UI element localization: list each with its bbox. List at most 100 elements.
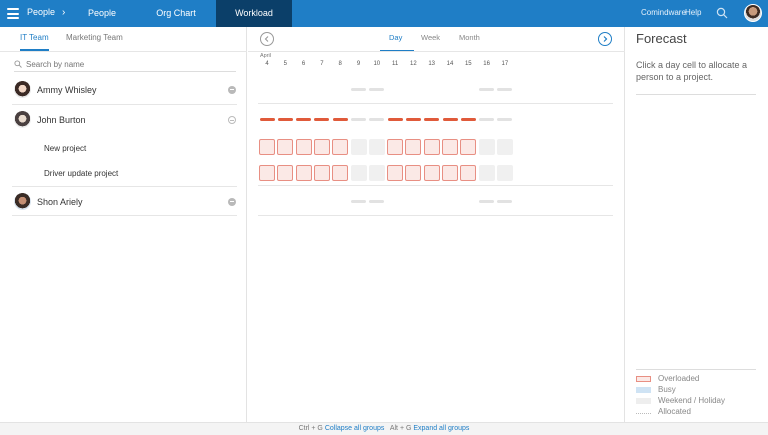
scale-week[interactable]: Week: [421, 33, 440, 42]
collapse-toggle-icon[interactable]: [228, 86, 236, 94]
day-number: 12: [410, 61, 417, 67]
person-row[interactable]: Shon Ariely: [0, 187, 247, 217]
day-number: 8: [338, 61, 342, 67]
user-avatar[interactable]: [744, 4, 762, 22]
day-cell[interactable]: [368, 139, 385, 155]
day-cell[interactable]: [350, 139, 367, 155]
day-cell[interactable]: [423, 165, 440, 181]
day-cell[interactable]: [460, 139, 477, 155]
day-number: 17: [501, 61, 509, 67]
workload-bar: [351, 118, 366, 121]
forecast-panel: Forecast Click a day cell to allocate a …: [626, 27, 768, 422]
day-number: 13: [428, 61, 436, 67]
shortcut-footer: Ctrl + G Collapse all groups Alt + G Exp…: [0, 422, 768, 435]
day-cell[interactable]: [332, 139, 349, 155]
row-divider: [258, 185, 613, 186]
day-cell[interactable]: [442, 139, 458, 155]
day-cell[interactable]: [259, 139, 275, 155]
row-divider: [258, 215, 613, 216]
day-cell[interactable]: [405, 139, 422, 155]
legend-label: Busy: [658, 385, 676, 394]
day-cell[interactable]: [350, 165, 367, 181]
day-cell[interactable]: [332, 165, 349, 181]
expand-shortcut: Alt + G: [389, 425, 412, 432]
day-cell[interactable]: [295, 139, 312, 155]
day-cell[interactable]: [387, 139, 404, 155]
chevron-left-icon: [264, 36, 269, 42]
person-name: Shon Ariely: [37, 197, 83, 207]
top-bar: People › People Org Chart Workload Comind…: [0, 0, 768, 27]
workload-bar: [497, 200, 513, 203]
avatar: [14, 193, 31, 210]
hamburger-menu-icon[interactable]: [7, 8, 19, 19]
workload-bar: [369, 200, 385, 203]
forecast-hint: Click a day cell to allocate a person to…: [636, 60, 748, 82]
person-row[interactable]: John Burton: [0, 105, 247, 135]
workload-bar: [387, 118, 403, 121]
person-name: Ammy Whisley: [37, 85, 97, 95]
tab-org-chart[interactable]: Org Chart: [136, 0, 216, 27]
tab-it-team[interactable]: IT Team: [20, 33, 49, 51]
breadcrumb[interactable]: People ›: [27, 7, 65, 18]
collapse-shortcut: Ctrl + G: [298, 425, 323, 432]
expand-all-link[interactable]: Expand all groups: [413, 425, 469, 432]
person-row[interactable]: Ammy Whisley: [0, 75, 247, 105]
workload-bar: [497, 88, 513, 91]
brand-link[interactable]: Comindware: [641, 8, 686, 17]
day-cell[interactable]: [313, 139, 330, 155]
tab-people[interactable]: People: [68, 0, 136, 27]
expand-toggle-icon[interactable]: [228, 116, 236, 124]
day-number: 5: [283, 61, 287, 67]
project-item[interactable]: New project: [44, 144, 86, 153]
previous-button[interactable]: [260, 32, 274, 46]
workload-bar: [351, 200, 366, 203]
row-divider: [12, 215, 237, 216]
workload-bar: [442, 118, 458, 121]
day-cell[interactable]: [478, 139, 495, 155]
day-cell[interactable]: [423, 139, 440, 155]
day-cell[interactable]: [313, 165, 330, 181]
person-name: John Burton: [37, 115, 86, 125]
search-icon[interactable]: [716, 7, 728, 19]
search-input[interactable]: [26, 58, 226, 70]
workload-bar: [479, 200, 495, 203]
day-number: 10: [373, 61, 381, 67]
next-button[interactable]: [598, 32, 612, 46]
tab-marketing-team[interactable]: Marketing Team: [66, 33, 123, 51]
workload-calendar: Day Week Month April 4 5 6 7 8 9 10 11 12 13 14 15 1…: [248, 27, 625, 422]
workload-bar: [479, 118, 495, 121]
scale-month[interactable]: Month: [459, 33, 480, 42]
day-cell[interactable]: [496, 139, 513, 155]
workload-bar: [277, 118, 293, 121]
day-cell[interactable]: [295, 165, 312, 181]
scale-day[interactable]: Day: [389, 33, 402, 42]
day-cell[interactable]: [405, 165, 422, 181]
day-number: 6: [301, 61, 306, 67]
legend-divider: [636, 369, 756, 370]
collapse-all-link[interactable]: Collapse all groups: [325, 425, 385, 432]
day-cell[interactable]: [478, 165, 495, 181]
project-item[interactable]: Driver update project: [44, 169, 118, 178]
workload-bar: [351, 88, 366, 91]
day-cell[interactable]: [277, 165, 294, 181]
workload-bar: [314, 118, 330, 121]
avatar: [14, 111, 31, 128]
day-cell[interactable]: [496, 165, 513, 181]
search-box[interactable]: [14, 58, 236, 72]
avatar: [14, 81, 31, 98]
workload-bar: [405, 118, 421, 121]
legend-label: Weekend / Holiday: [658, 396, 725, 405]
day-cell[interactable]: [460, 165, 477, 181]
day-cell[interactable]: [277, 139, 294, 155]
day-cell[interactable]: [442, 165, 458, 181]
breadcrumb-label: People: [27, 7, 56, 17]
forecast-divider: [636, 94, 756, 95]
tab-workload[interactable]: Workload: [216, 0, 292, 27]
collapse-toggle-icon[interactable]: [228, 198, 236, 206]
workload-bar: [332, 118, 348, 121]
allocated-swatch: [636, 411, 651, 414]
day-cell[interactable]: [387, 165, 404, 181]
help-link[interactable]: Help: [685, 8, 701, 17]
day-cell[interactable]: [259, 165, 275, 181]
day-cell[interactable]: [368, 165, 385, 181]
